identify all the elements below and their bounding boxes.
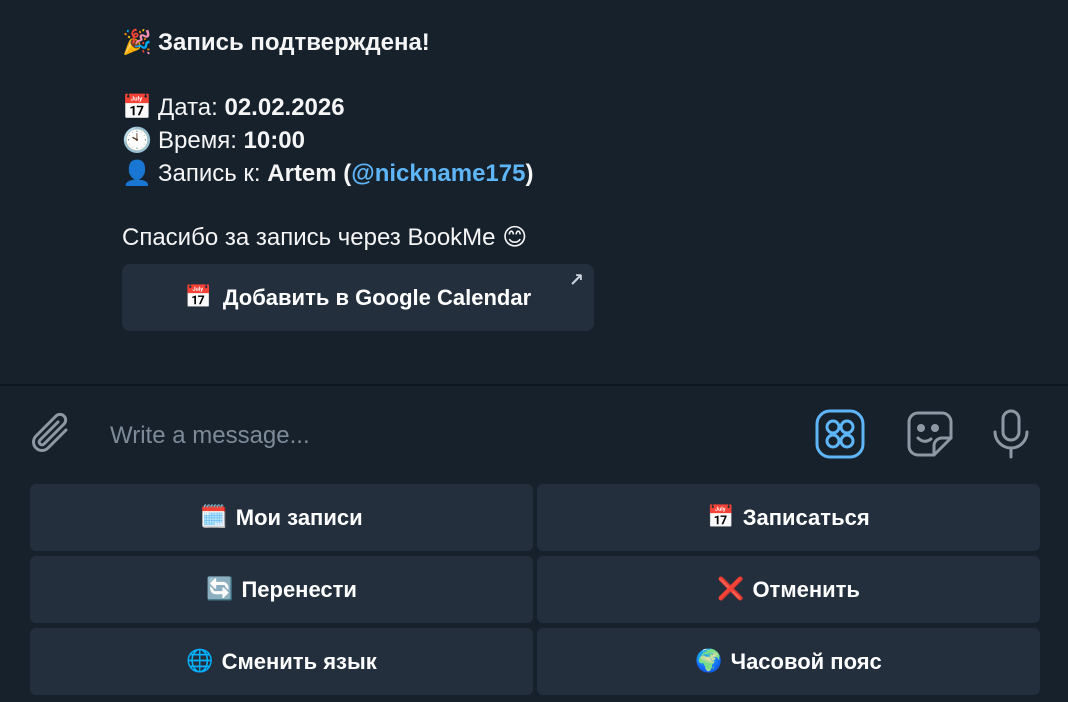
thanks-line: Спасибо за запись через BookMe 😊 [122, 222, 642, 254]
calendar-icon: 📅 [707, 505, 735, 530]
book-label: Записаться [742, 504, 870, 530]
spiral-calendar-icon: 🗓️ [200, 505, 228, 530]
timezone-button[interactable]: 🌍 Часовой пояс [537, 628, 1040, 695]
person-icon: 👤 [122, 159, 152, 187]
add-to-google-calendar-label: Добавить в Google Calendar [222, 284, 532, 310]
calendar-icon: 📅 [184, 285, 213, 310]
my-bookings-button[interactable]: 🗓️ Мои записи [30, 484, 533, 551]
message-title: 🎉 Запись подтверждена! [122, 26, 642, 59]
add-to-google-calendar-button[interactable]: 📅 Добавить в Google Calendar ↗ [122, 264, 594, 331]
person-name: Artem [267, 160, 337, 187]
paperclip-icon[interactable] [28, 410, 76, 460]
date-value: 02.02.2026 [224, 94, 345, 121]
message-title-text: Запись подтверждена! [158, 29, 430, 56]
my-bookings-label: Мои записи [235, 504, 363, 530]
calendar-icon: 📅 [122, 93, 152, 121]
person-open-paren: ( [336, 160, 352, 187]
time-value: 10:00 [243, 127, 305, 154]
chat-area: 🎉 Запись подтверждена! 📅 Дата: 02.02.2026 … [0, 0, 1068, 384]
bot-menu-icon[interactable] [814, 408, 866, 460]
message-composer [0, 386, 1068, 482]
cancel-button[interactable]: ❌ Отменить [537, 556, 1040, 623]
clock-icon: 🕙 [122, 126, 152, 154]
person-line: 👤 Запись к: Artem (@nickname175) [122, 157, 642, 190]
smile-icon: 😊 [502, 224, 528, 251]
bot-message: 🎉 Запись подтверждена! 📅 Дата: 02.02.2026 … [122, 26, 642, 254]
external-link-arrow-icon: ↗ [568, 270, 584, 291]
refresh-icon: 🔄 [206, 577, 234, 602]
party-popper-icon: 🎉 [122, 28, 152, 56]
earth-globe-icon: 🌍 [695, 649, 723, 674]
change-language-label: Сменить язык [221, 648, 377, 674]
change-language-button[interactable]: 🌐 Сменить язык [30, 628, 533, 695]
message-input[interactable] [110, 416, 770, 456]
time-line: 🕙 Время: 10:00 [122, 124, 642, 157]
timezone-label: Часовой пояс [730, 648, 882, 674]
person-mention-link[interactable]: @nickname175 [351, 160, 525, 187]
date-line: 📅 Дата: 02.02.2026 [122, 91, 642, 124]
microphone-icon[interactable] [986, 408, 1038, 460]
reschedule-label: Перенести [241, 576, 357, 602]
person-close-paren: ) [525, 160, 534, 187]
sticker-icon[interactable] [904, 408, 956, 460]
book-button[interactable]: 📅 Записаться [537, 484, 1040, 551]
globe-icon: 🌐 [186, 649, 214, 674]
cross-mark-icon: ❌ [717, 577, 745, 602]
cancel-label: Отменить [752, 576, 860, 602]
person-label: Запись к: [158, 160, 268, 187]
time-label: Время: [158, 127, 244, 154]
date-label: Дата: [158, 94, 225, 121]
thanks-text: Спасибо за запись через BookMe [122, 224, 496, 251]
reschedule-button[interactable]: 🔄 Перенести [30, 556, 533, 623]
